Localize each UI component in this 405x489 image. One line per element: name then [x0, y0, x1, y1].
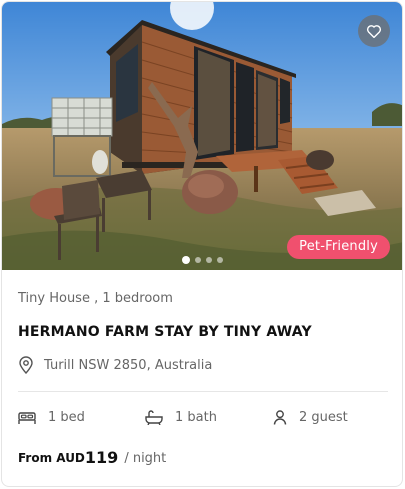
listing-price: From AUD 119 / night — [18, 447, 167, 467]
carousel-dot-1[interactable] — [182, 256, 190, 264]
beds-count: 1 bed — [48, 410, 85, 425]
price-prefix: From AUD — [18, 451, 85, 465]
map-pin-icon — [19, 356, 33, 374]
price-amount: 119 — [84, 448, 119, 467]
divider — [18, 391, 388, 392]
carousel-dots — [182, 256, 223, 264]
bed-icon — [18, 411, 36, 424]
amenity-beds: 1 bed — [18, 410, 85, 425]
amenity-guests: 2 guest — [273, 410, 348, 425]
price-unit: / night — [124, 451, 167, 466]
tiny-house-photo — [2, 2, 402, 270]
heart-icon — [366, 25, 382, 38]
listing-title[interactable]: HERMANO FARM STAY BY TINY AWAY — [18, 324, 312, 340]
favorite-button[interactable] — [358, 15, 390, 47]
pet-friendly-badge: Pet-Friendly — [287, 235, 390, 259]
baths-count: 1 bath — [175, 410, 217, 425]
person-icon — [273, 410, 287, 425]
guests-count: 2 guest — [299, 410, 348, 425]
listing-photo[interactable]: Pet-Friendly — [2, 2, 402, 270]
carousel-dot-3[interactable] — [206, 257, 212, 263]
listing-location: Turill NSW 2850, Australia — [18, 356, 212, 374]
carousel-dot-4[interactable] — [217, 257, 223, 263]
carousel-dot-2[interactable] — [195, 257, 201, 263]
bathtub-icon — [145, 410, 163, 425]
listing-card[interactable]: Pet-Friendly Tiny House , 1 bedroom HERM… — [1, 1, 403, 487]
amenity-baths: 1 bath — [145, 410, 217, 425]
location-text: Turill NSW 2850, Australia — [44, 357, 213, 373]
property-type: Tiny House , 1 bedroom — [18, 291, 173, 306]
